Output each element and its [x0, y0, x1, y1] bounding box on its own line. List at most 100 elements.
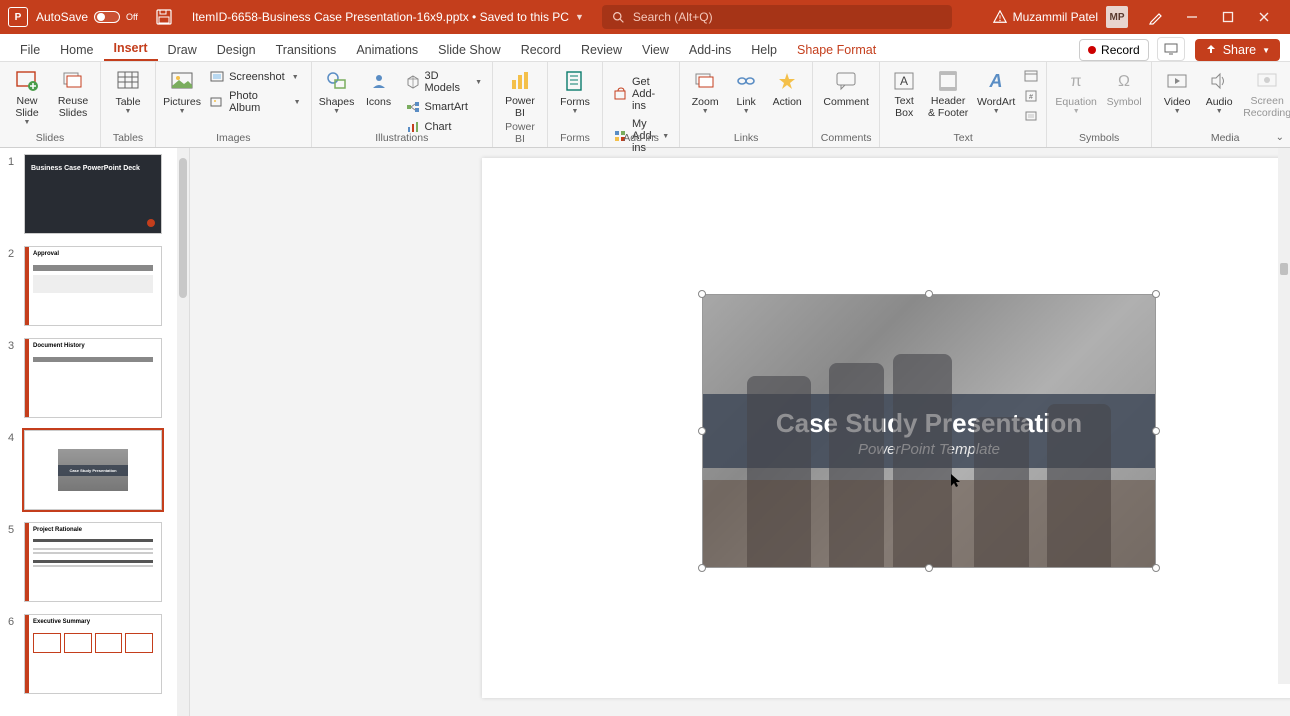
group-powerbi: Power BI Power BI [493, 62, 548, 147]
tab-draw[interactable]: Draw [158, 37, 207, 61]
tab-view[interactable]: View [632, 37, 679, 61]
search-input[interactable]: Search (Alt+Q) [602, 5, 952, 29]
date-time-button[interactable] [1022, 68, 1040, 84]
share-icon [1205, 44, 1217, 56]
record-dot-icon [1088, 46, 1096, 54]
selection-border [702, 294, 1156, 568]
group-forms: Forms▼ Forms [548, 62, 603, 147]
user-initials: MP [1106, 6, 1128, 28]
resize-handle-sw[interactable] [698, 564, 706, 572]
screen-recording-button[interactable]: Screen Recording [1242, 66, 1290, 119]
svg-text:π: π [1071, 73, 1082, 90]
group-comments: Comment Comments [813, 62, 880, 147]
thumb-slide-6[interactable]: 6 Executive Summary [0, 608, 189, 700]
tab-shape-format[interactable]: Shape Format [787, 37, 886, 61]
reuse-slides-button[interactable]: Reuse Slides [52, 66, 94, 119]
tab-help[interactable]: Help [741, 37, 787, 61]
user-account[interactable]: Muzammil Patel MP [1013, 6, 1128, 28]
tab-record[interactable]: Record [511, 37, 571, 61]
toggle-icon[interactable] [94, 11, 120, 23]
thumb-slide-1[interactable]: 1 Business Case PowerPoint Deck [0, 148, 189, 240]
record-button[interactable]: Record [1079, 39, 1149, 61]
resize-handle-ne[interactable] [1152, 290, 1160, 298]
pen-icon[interactable] [1148, 9, 1164, 25]
shapes-button[interactable]: Shapes▼ [318, 66, 356, 115]
warning-icon[interactable] [993, 10, 1007, 24]
video-button[interactable]: Video▼ [1158, 66, 1196, 115]
group-text: A Text Box Header & Footer A WordArt▼ # … [880, 62, 1047, 147]
autosave-toggle[interactable]: AutoSave Off [36, 10, 138, 24]
resize-handle-e[interactable] [1152, 427, 1160, 435]
tab-animations[interactable]: Animations [346, 37, 428, 61]
thumb-scrollbar[interactable] [177, 148, 189, 716]
content-area: 1 Business Case PowerPoint Deck 2 Approv… [0, 148, 1290, 716]
powerbi-button[interactable]: Power BI [499, 66, 541, 119]
resize-handle-s[interactable] [925, 564, 933, 572]
comment-button[interactable]: Comment [819, 66, 873, 108]
object-button[interactable] [1022, 108, 1040, 124]
group-illustrations: Shapes▼ Icons 3D Models▼ SmartArt Chart … [312, 62, 493, 147]
svg-text:#: # [1029, 94, 1033, 101]
tab-slideshow[interactable]: Slide Show [428, 37, 511, 61]
group-media: Video▼ Audio▼ Screen Recording Media [1152, 62, 1290, 147]
close-button[interactable] [1246, 3, 1282, 31]
editor-scrollbar[interactable] [1278, 148, 1290, 684]
svg-text:A: A [900, 74, 908, 88]
smartart-button[interactable]: SmartArt [402, 98, 487, 116]
resize-handle-se[interactable] [1152, 564, 1160, 572]
slide-thumbnail-panel[interactable]: 1 Business Case PowerPoint Deck 2 Approv… [0, 148, 190, 716]
link-button[interactable]: Link▼ [728, 66, 764, 115]
chevron-down-icon[interactable]: ▼ [575, 12, 584, 22]
thumb-slide-5[interactable]: 5 Project Rationale [0, 516, 189, 608]
cursor-icon [951, 474, 961, 488]
tab-file[interactable]: File [10, 37, 50, 61]
minimize-button[interactable] [1174, 3, 1210, 31]
pictures-button[interactable]: Pictures▼ [162, 66, 202, 115]
tab-design[interactable]: Design [207, 37, 266, 61]
3d-models-button[interactable]: 3D Models▼ [402, 68, 487, 96]
action-button[interactable]: Action [768, 66, 806, 108]
forms-button[interactable]: Forms▼ [554, 66, 596, 115]
search-icon [612, 11, 625, 24]
get-addins-button[interactable]: Get Add-ins [609, 74, 673, 114]
equation-button[interactable]: π Equation▼ [1053, 66, 1099, 115]
autosave-label: AutoSave [36, 10, 88, 24]
selected-image-shape[interactable]: Case Study Presentation PowerPoint Templ… [702, 294, 1156, 568]
audio-button[interactable]: Audio▼ [1200, 66, 1238, 115]
file-name[interactable]: ItemID-6658-Business Case Presentation-1… [192, 10, 569, 24]
icons-button[interactable]: Icons [360, 66, 398, 108]
user-name: Muzammil Patel [1013, 10, 1098, 24]
group-images: Pictures▼ Screenshot▼ Photo Album▼ Image… [156, 62, 312, 147]
tab-insert[interactable]: Insert [104, 35, 158, 61]
symbol-button[interactable]: Ω Symbol [1103, 66, 1145, 108]
textbox-button[interactable]: A Text Box [886, 66, 922, 119]
zoom-button[interactable]: Zoom▼ [686, 66, 724, 115]
maximize-button[interactable] [1210, 3, 1246, 31]
thumb-slide-4[interactable]: 4 Case Study Presentation [0, 424, 189, 516]
photo-album-button[interactable]: Photo Album▼ [206, 88, 305, 116]
wordart-button[interactable]: A WordArt▼ [974, 66, 1018, 115]
table-button[interactable]: Table▼ [107, 66, 149, 115]
thumb-slide-3[interactable]: 3 Document History [0, 332, 189, 424]
tab-review[interactable]: Review [571, 37, 632, 61]
group-links: Zoom▼ Link▼ Action Links [680, 62, 813, 147]
tab-home[interactable]: Home [50, 37, 103, 61]
tab-transitions[interactable]: Transitions [266, 37, 347, 61]
chevron-down-icon: ▼ [1262, 46, 1270, 55]
svg-text:Ω: Ω [1118, 73, 1130, 90]
resize-handle-w[interactable] [698, 427, 706, 435]
share-button[interactable]: Share ▼ [1195, 39, 1280, 61]
resize-handle-n[interactable] [925, 290, 933, 298]
thumb-slide-2[interactable]: 2 Approval [0, 240, 189, 332]
screenshot-button[interactable]: Screenshot▼ [206, 68, 305, 86]
slide-number-button[interactable]: # [1022, 88, 1040, 104]
group-symbols: π Equation▼ Ω Symbol Symbols [1047, 62, 1152, 147]
header-footer-button[interactable]: Header & Footer [926, 66, 970, 119]
new-slide-button[interactable]: New Slide▼ [6, 66, 48, 126]
resize-handle-nw[interactable] [698, 290, 706, 298]
save-icon[interactable] [156, 9, 172, 25]
slide-editor[interactable]: Case Study Presentation PowerPoint Templ… [190, 148, 1290, 716]
present-mode-button[interactable] [1157, 37, 1185, 61]
ribbon-collapse-button[interactable]: ⌄ [1276, 132, 1284, 143]
tab-addins[interactable]: Add-ins [679, 37, 741, 61]
